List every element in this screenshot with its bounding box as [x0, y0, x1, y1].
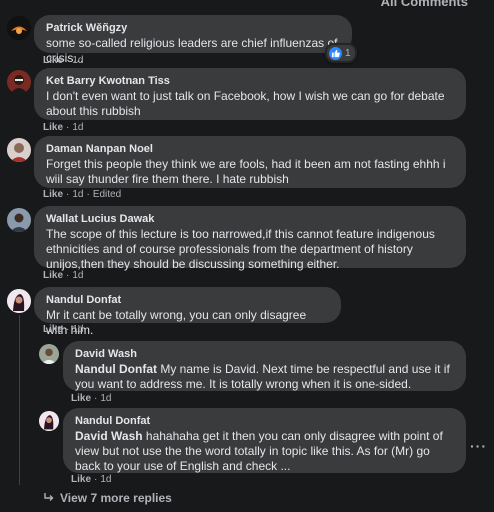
comment-timestamp[interactable]: 1d — [72, 122, 83, 133]
comment-bubble: Patrick Wěñgzy some so-called religious … — [34, 15, 352, 65]
comment-actions: Like · 1d — [43, 270, 84, 281]
comment-text: I don't even want to just talk on Facebo… — [46, 89, 445, 118]
comment-timestamp[interactable]: 1d — [72, 55, 83, 66]
comment-author[interactable]: Ket Barry Kwotnan Tiss — [46, 74, 454, 88]
avatar[interactable] — [7, 138, 31, 162]
view-more-replies-button[interactable]: View 7 more replies — [44, 491, 172, 505]
like-button[interactable]: Like — [43, 270, 63, 281]
comment-author[interactable]: Daman Nanpan Noel — [46, 142, 454, 156]
like-button[interactable]: Like — [43, 189, 63, 200]
reaction-count-value: 1 — [345, 47, 351, 59]
comment-actions: Like · 1d — [43, 122, 84, 133]
avatar[interactable] — [7, 16, 31, 40]
mention-link[interactable]: Nandul Donfat — [75, 362, 157, 376]
comment-timestamp[interactable]: 1d — [72, 270, 83, 281]
like-button[interactable]: Like — [71, 393, 91, 404]
reply-bubble: David Wash Nandul Donfat My name is Davi… — [63, 341, 466, 391]
reaction-count[interactable]: 1 — [325, 43, 357, 63]
comment-text: The scope of this lecture is too narrowe… — [46, 227, 435, 271]
like-button[interactable]: Like — [43, 55, 63, 66]
comment-text: Mr it cant be totally wrong, you can onl… — [46, 308, 307, 337]
comment-actions: Like · 1d — [43, 324, 84, 335]
comment-bubble: Wallat Lucius Dawak The scope of this le… — [34, 206, 466, 271]
comment-bubble: Nandul Donfat Mr it cant be totally wron… — [34, 287, 341, 337]
comment-author[interactable]: Patrick Wěñgzy — [46, 21, 340, 35]
comment-timestamp[interactable]: 1d — [72, 189, 83, 200]
reply-author[interactable]: David Wash — [75, 347, 454, 361]
comment-author[interactable]: Nandul Donfat — [46, 293, 329, 307]
reply-timestamp[interactable]: 1d — [100, 474, 111, 485]
comment-bubble: Daman Nanpan Noel Forget this people the… — [34, 136, 466, 188]
more-options-icon[interactable]: ··· — [470, 438, 487, 454]
like-button[interactable]: Like — [43, 122, 63, 133]
reply-text: Nandul Donfat My name is David. Next tim… — [75, 362, 450, 391]
comment-actions: Like · 1d — [43, 55, 84, 66]
reply-author[interactable]: Nandul Donfat — [75, 414, 454, 428]
comment-timestamp[interactable]: 1d — [72, 324, 83, 335]
avatar[interactable] — [7, 70, 31, 94]
avatar[interactable] — [39, 344, 59, 364]
comment-text: Forget this people they think we are foo… — [46, 157, 446, 186]
reply-bubble: Nandul Donfat David Wash hahahaha get it… — [63, 408, 466, 473]
mention-link[interactable]: David Wash — [75, 429, 143, 443]
comment-text: some so-called religious leaders are chi… — [46, 36, 338, 65]
comment-bubble: Ket Barry Kwotnan Tiss I don't even want… — [34, 68, 466, 120]
reply-text: David Wash hahahaha get it then you can … — [75, 429, 443, 473]
reply-arrow-icon — [44, 491, 54, 505]
like-button[interactable]: Like — [43, 324, 63, 335]
comment-actions: Like · 1d · Edited — [43, 189, 122, 200]
all-comments-filter[interactable]: All Comments — [381, 0, 468, 9]
avatar[interactable] — [7, 208, 31, 232]
reply-actions: Like · 1d — [71, 474, 112, 485]
comment-author[interactable]: Wallat Lucius Dawak — [46, 212, 454, 226]
like-button[interactable]: Like — [71, 474, 91, 485]
like-reaction-icon — [329, 46, 342, 60]
view-more-replies-label: View 7 more replies — [60, 491, 172, 505]
reply-thread-line — [19, 315, 20, 485]
edited-label: Edited — [92, 189, 122, 200]
avatar[interactable] — [39, 411, 59, 431]
reply-actions: Like · 1d — [71, 393, 112, 404]
avatar[interactable] — [7, 289, 31, 313]
reply-timestamp[interactable]: 1d — [100, 393, 111, 404]
